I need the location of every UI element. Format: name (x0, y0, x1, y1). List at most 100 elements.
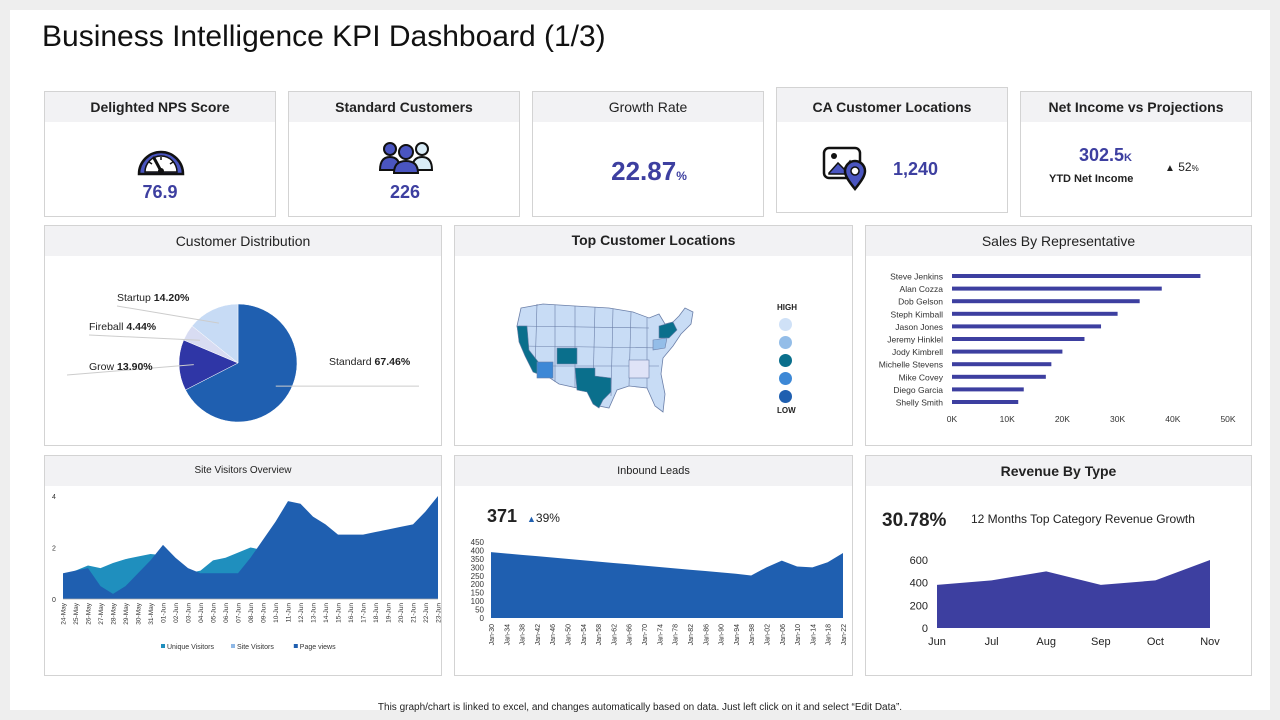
legend-swatch (293, 644, 298, 648)
bar-category-label: Steve Jenkins (890, 272, 943, 282)
x-tick-label: Aug (1036, 636, 1056, 648)
kpi-card-net-income[interactable]: Net Income vs Projections 302.5K YTD Net… (1020, 91, 1252, 217)
kpi-card-locations[interactable]: CA Customer Locations 1,240 (776, 87, 1008, 213)
bar-category-label: Shelly Smith (896, 398, 944, 408)
x-tick-label: Jun (928, 636, 946, 648)
sales-by-representative-card[interactable]: Sales By Representative Steve Jenkins Ala… (865, 225, 1252, 446)
bar (952, 400, 1019, 404)
kpi-card-nps[interactable]: Delighted NPS Score 76.9 (44, 91, 276, 217)
y-tick-label: 0 (52, 597, 56, 604)
map-pin-icon (822, 146, 867, 192)
x-tick-label: 16-Jun (348, 603, 355, 623)
y-tick-label: 150 (471, 589, 485, 598)
x-tick-label: Jan-50 (566, 624, 573, 646)
x-tick-label: Jan-90 (719, 624, 726, 646)
legend-swatch (161, 644, 165, 648)
x-tick-label: Jan-58 (596, 624, 603, 646)
bar (952, 349, 1063, 354)
kpi-change-group: ▲ 52% (1165, 160, 1199, 174)
y-tick-label: 450 (471, 538, 485, 547)
map-legend-high: HIGH (777, 303, 797, 312)
map-legend-swatch (779, 372, 792, 385)
map-legend-swatch (779, 354, 792, 367)
map-legend-swatch (779, 318, 792, 331)
kpi-card-customers[interactable]: Standard Customers 226 (288, 91, 520, 217)
x-tick-label: 22-Jun (423, 603, 430, 623)
x-tick-label: 15-Jun (336, 603, 343, 623)
footer-note: This graph/chart is linked to excel, and… (377, 702, 903, 713)
x-tick-label: 03-Jun (186, 603, 193, 623)
x-tick-label: Sep (1091, 636, 1111, 648)
x-tick-label: 11-Jun (286, 603, 293, 623)
x-tick-label: Jan-42 (535, 624, 542, 646)
x-tick-label: Jan-62 (611, 624, 618, 646)
y-tick-label: 400 (471, 546, 485, 555)
bar-category-label: Jason Jones (895, 322, 943, 332)
x-tick-label: Jan-82 (688, 624, 695, 646)
bar (952, 299, 1140, 304)
kpi-title: CA Customer Locations (777, 88, 1007, 122)
top-customer-locations-card[interactable]: Top Customer Locations HIGH LOW (454, 225, 853, 446)
x-tick-label: 10K (1000, 414, 1015, 424)
x-tick-label: 09-Jun (261, 603, 268, 623)
bar-category-label: Jeremy Hinklel (887, 335, 943, 345)
bar (952, 337, 1085, 341)
x-tick-label: 20K (1055, 414, 1070, 424)
us-map (516, 303, 694, 413)
kpi-title: Delighted NPS Score (45, 92, 275, 122)
legend-swatch (231, 644, 235, 648)
customer-distribution-card[interactable]: Customer Distribution Standard 67.46% Gro… (44, 225, 442, 446)
kpi-title: Growth Rate (533, 92, 763, 122)
x-tick-label: 24-May (61, 602, 68, 624)
x-tick-label: Jan-14 (810, 624, 817, 646)
x-tick-label: 13-Jun (311, 603, 318, 623)
pie-chart: Standard 67.46% Grow 13.90% Fireball 4.44%… (66, 292, 419, 423)
x-tick-label: 01-Jun (161, 603, 168, 623)
kpi-card-growth[interactable]: Growth Rate 22.87% (532, 91, 764, 217)
revenue-by-type-card[interactable]: Revenue By Type 30.78% 12 Months Top Cat… (865, 455, 1252, 676)
x-tick-label: Jan-94 (734, 624, 741, 646)
page-title: Business Intelligence KPI Dashboard (1/3… (42, 20, 606, 53)
x-tick-label: 19-Jun (386, 603, 393, 623)
bar (952, 286, 1162, 291)
x-tick-label: 08-Jun (248, 603, 255, 623)
x-tick-label: 12-Jun (298, 603, 305, 623)
bar-category-label: Alan Cozza (900, 284, 944, 294)
y-tick-label: 100 (471, 597, 485, 606)
bar (952, 311, 1118, 316)
x-tick-label: Jan-18 (826, 624, 833, 646)
map-legend-low: LOW (777, 406, 796, 415)
pie-label: Startup 14.20% (117, 292, 190, 304)
bar-category-label: Steph Kimball (891, 309, 944, 319)
kpi-change: 52 (1178, 160, 1192, 174)
bar-category-label: Mike Covey (899, 372, 944, 382)
x-tick-label: 0K (947, 414, 958, 424)
area-chart: 0 200 400 600 Jun Jul Aug Sep Oct Nov (910, 555, 1221, 648)
kpi-value: 76.9 (142, 182, 178, 202)
kpi-title: Net Income vs Projections (1021, 92, 1251, 122)
pie-label: Grow 13.90% (89, 361, 153, 373)
y-tick-label: 350 (471, 555, 485, 564)
pie-label: Standard 67.46% (329, 356, 411, 368)
bar-category-label: Michelle Stevens (879, 360, 943, 370)
kpi-unit: % (676, 169, 687, 183)
kpi-value: 226 (389, 182, 421, 202)
x-tick-label: Jan-74 (657, 624, 664, 646)
kpi-value: 22.87 (611, 156, 677, 186)
y-tick-label: 200 (471, 580, 485, 589)
bar (952, 374, 1046, 379)
site-visitors-card[interactable]: Site Visitors Overview 0 2 4 24-May 25-May 26… (44, 455, 443, 676)
x-tick-label: Jul (985, 636, 999, 648)
x-tick-label: Jan-22 (841, 624, 848, 646)
kpi-value: 1,240 (893, 159, 939, 179)
x-tick-label: 02-Jun (173, 603, 180, 623)
x-tick-label: Jan-10 (795, 624, 802, 646)
legend-label: Unique Visitors (167, 644, 214, 651)
users-group-icon (379, 142, 433, 174)
x-tick-label: 29-May (123, 602, 130, 624)
x-tick-label: 30K (1110, 414, 1125, 424)
x-tick-label: 25-May (73, 602, 80, 624)
inbound-leads-card[interactable]: Inbound Leads 371 ▲39% 0 50 100 150 200 250 30… (454, 455, 853, 676)
x-tick-label: 21-Jun (411, 603, 418, 623)
bar-category-label: Dob Gelson (898, 297, 943, 307)
